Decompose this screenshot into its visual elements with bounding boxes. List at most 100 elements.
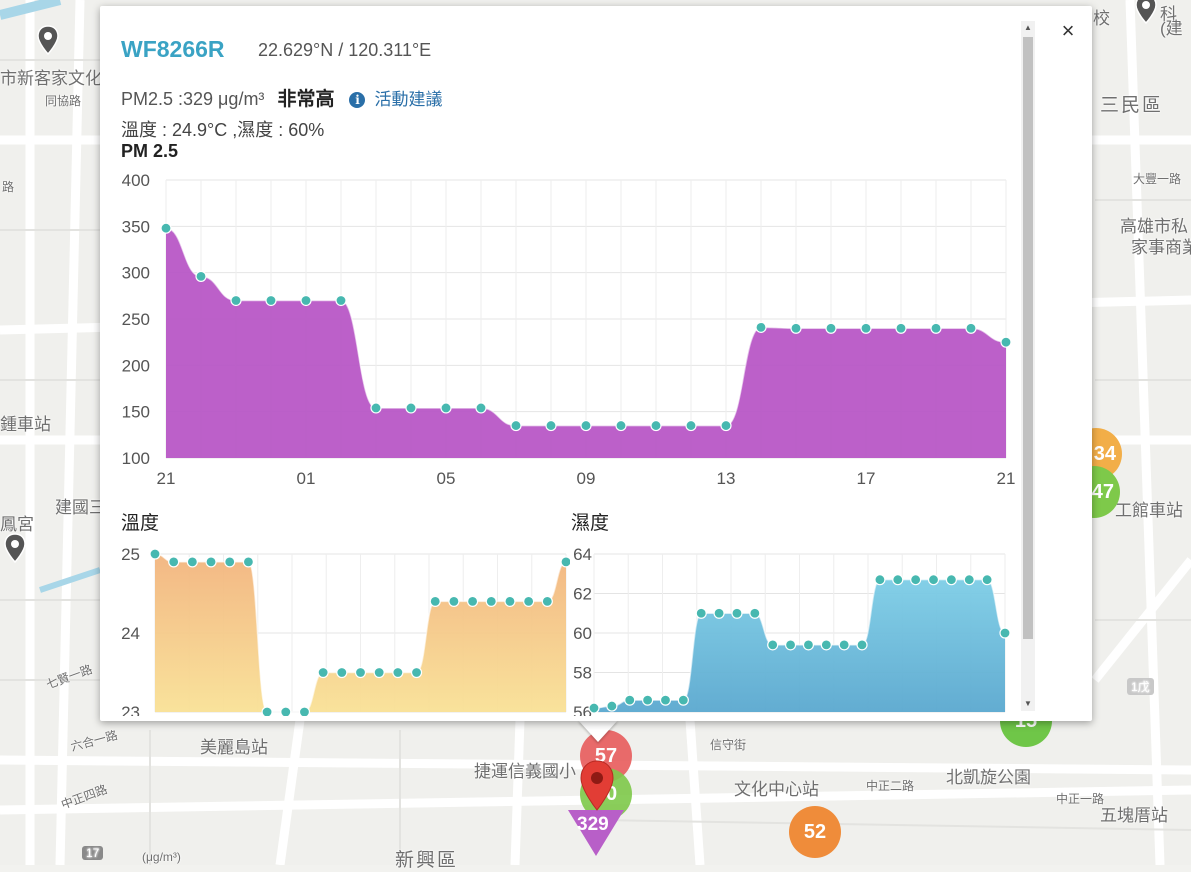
- map-label-route-1: 1戊: [1127, 678, 1154, 695]
- data-point: [160, 222, 172, 234]
- data-point: [392, 666, 404, 679]
- data-point: [429, 595, 441, 608]
- map-camera-pin-icon[interactable]: [37, 25, 59, 55]
- data-point: [659, 694, 672, 706]
- data-point: [749, 607, 761, 619]
- data-point: [242, 556, 255, 568]
- data-point: [820, 639, 832, 651]
- pm-reading-line: PM2.5 :329 μg/m³ 非常高 i 活動建議: [121, 84, 443, 111]
- data-point: [892, 574, 904, 586]
- data-point: [981, 574, 993, 586]
- y-tick-label: 25: [121, 545, 140, 564]
- station-coordinates: 22.629°N / 120.311°E: [258, 40, 432, 60]
- data-point: [767, 639, 779, 651]
- station-info-popup: × WF8266R 22.629°N / 120.311°E PM2.5 :32…: [100, 6, 1092, 721]
- popup-pointer: [578, 720, 618, 742]
- data-point: [580, 419, 592, 432]
- map-label-sanmin: 三民區: [1100, 95, 1164, 116]
- data-point: [1000, 336, 1012, 348]
- data-point: [713, 607, 725, 619]
- pm25-area-chart: 100 150 200 250 300 350 400 21 01 05 09 13 17 21: [122, 171, 1016, 488]
- y-tick-label: 58: [573, 664, 592, 683]
- map-label-xinxing: 新興區: [395, 850, 459, 871]
- y-tick-label: 23: [121, 703, 140, 716]
- data-point: [336, 666, 348, 679]
- info-icon[interactable]: i: [349, 92, 366, 108]
- data-point: [224, 556, 236, 568]
- map-label-gongguan: 工館車站: [1115, 501, 1183, 520]
- map-label-unit: (μg/m³): [142, 850, 181, 864]
- data-point: [606, 700, 618, 712]
- station-id: WF8266R: [121, 36, 225, 62]
- data-point: [448, 595, 460, 608]
- map-poi-pin-icon[interactable]: [4, 533, 26, 563]
- map-label-beikai: 北凱旋公園: [946, 768, 1031, 787]
- data-point: [790, 322, 802, 334]
- x-tick-label: 05: [437, 469, 456, 488]
- y-tick-label: 250: [122, 310, 150, 329]
- data-point: [317, 666, 329, 679]
- scroll-up-arrow[interactable]: ▲: [1021, 21, 1035, 35]
- activity-advice-link[interactable]: 活動建議: [375, 90, 443, 109]
- y-tick-label: 64: [573, 545, 592, 564]
- map-label-jianguo: 建國三: [55, 498, 106, 517]
- y-tick-label: 100: [122, 449, 150, 468]
- data-point: [927, 574, 940, 586]
- data-point: [205, 556, 217, 568]
- data-point: [685, 419, 697, 432]
- data-point: [335, 294, 347, 307]
- map-label-xiao: 校: [1093, 9, 1110, 28]
- pm-triangle-value: 329: [577, 814, 609, 835]
- map-label-hakka: 市新客家文化: [0, 69, 102, 88]
- data-point: [677, 694, 689, 706]
- x-tick-label: 01: [297, 469, 316, 488]
- temperature-humidity-text: 溫度 : 24.9°C ,濕度 : 60%: [121, 120, 325, 140]
- map-label-xinshou: 信守街: [710, 738, 747, 752]
- x-tick-label: 21: [997, 469, 1016, 488]
- map-label-zhongzheng1: 中正一路: [1056, 792, 1105, 806]
- data-point: [475, 402, 487, 414]
- data-point: [440, 402, 452, 414]
- data-point: [510, 419, 522, 432]
- x-tick-label: 13: [717, 469, 736, 488]
- pm-level-badge: 非常高: [277, 89, 335, 110]
- data-point: [945, 574, 957, 586]
- y-tick-label: 62: [573, 585, 592, 604]
- location-pin-icon[interactable]: [580, 760, 614, 812]
- map-label-jieyun: 捷運信義國小: [474, 762, 576, 781]
- data-point: [405, 402, 417, 414]
- data-point: [354, 666, 367, 679]
- data-point: [963, 574, 975, 586]
- data-point: [280, 706, 292, 716]
- data-point: [874, 574, 886, 586]
- scroll-thumb[interactable]: [1023, 37, 1033, 639]
- data-point: [370, 402, 382, 414]
- data-point: [265, 294, 277, 307]
- data-point: [298, 706, 311, 716]
- map-label-dafeng: 大豐一路: [1133, 172, 1182, 186]
- y-tick-label: 200: [122, 356, 150, 375]
- x-tick-label: 21: [157, 469, 176, 488]
- data-point: [588, 702, 600, 714]
- data-point: [195, 270, 207, 282]
- data-point: [149, 548, 161, 560]
- data-point: [261, 706, 273, 716]
- map-label-zhongzheng2: 中正二路: [866, 779, 915, 793]
- scroll-down-arrow[interactable]: ▼: [1021, 697, 1035, 711]
- y-tick-label: 60: [573, 624, 592, 643]
- data-point: [168, 556, 180, 568]
- map-poi-pin-icon-2[interactable]: [1135, 0, 1157, 24]
- cluster-marker-52[interactable]: 52: [789, 806, 841, 858]
- data-point: [856, 639, 868, 651]
- data-point: [230, 294, 242, 307]
- data-point: [695, 607, 707, 619]
- y-tick-label: 300: [122, 264, 150, 283]
- map-label-lu: 路: [2, 180, 15, 194]
- popup-scrollbar[interactable]: ▲ ▼: [1021, 21, 1035, 711]
- data-point: [373, 666, 385, 679]
- close-button[interactable]: ×: [1057, 20, 1079, 42]
- map-label-fengshan: 鳳宮: [0, 515, 34, 534]
- data-point: [999, 627, 1011, 639]
- map-label-route-17: 17: [82, 846, 104, 860]
- map-label-jiashi: 家事商業: [1131, 238, 1191, 257]
